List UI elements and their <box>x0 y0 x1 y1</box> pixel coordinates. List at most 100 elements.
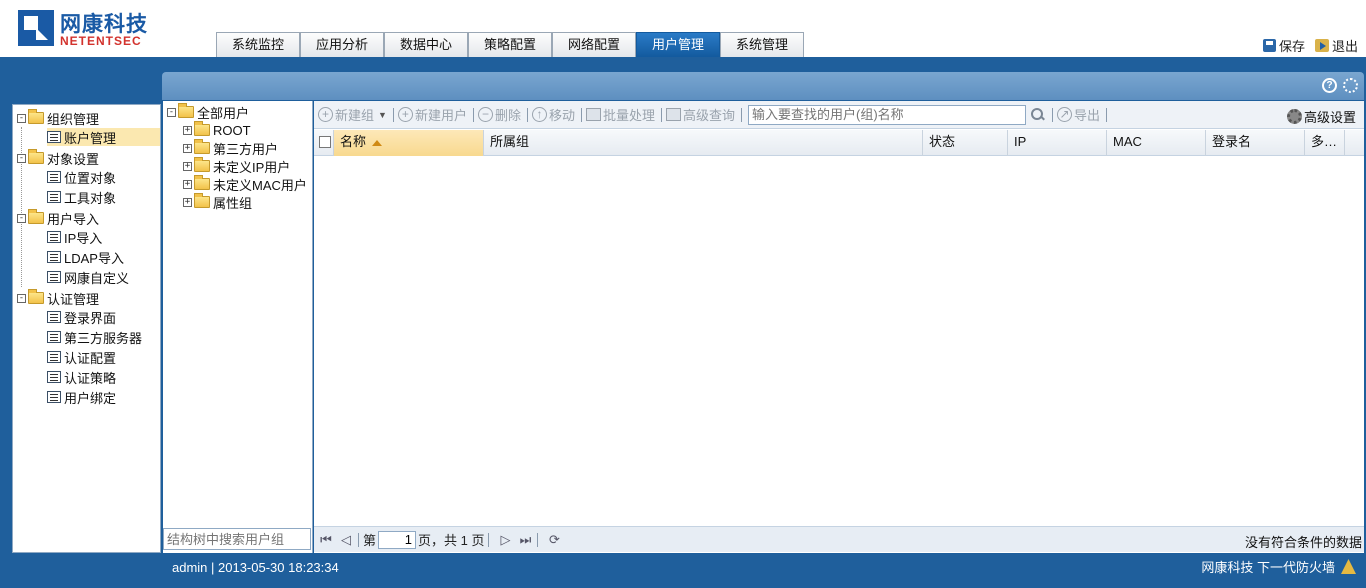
nav-item-location-object[interactable]: 位置对象 <box>47 168 116 186</box>
nav-group-label: 用户导入 <box>47 211 100 227</box>
column-mac[interactable]: MAC <box>1107 130 1206 156</box>
panel-header <box>162 72 1364 100</box>
column-group[interactable]: 所属组 <box>484 130 923 156</box>
tab-user-management[interactable]: 用户管理 <box>636 32 720 57</box>
last-page-icon[interactable]: ⏭ <box>517 532 533 548</box>
collapse-icon[interactable]: - <box>17 113 26 123</box>
first-page-icon[interactable]: ⏮ <box>318 532 334 548</box>
status-product: 网康科技 下一代防火墙 <box>1201 557 1356 576</box>
new-group-button[interactable]: + 新建组 ▼ <box>318 105 387 124</box>
user-search-input[interactable] <box>748 104 1027 125</box>
dropdown-arrow-icon[interactable]: ▼ <box>378 110 387 120</box>
add-icon: + <box>318 107 333 122</box>
nav-item-label: 网康自定义 <box>64 270 130 286</box>
move-icon: ↑ <box>531 107 547 122</box>
nav-item-label: 用户绑定 <box>64 390 117 406</box>
header-actions: 保存 退出 <box>1262 36 1358 55</box>
nav-group-user-import[interactable]: - 用户导入 <box>17 209 99 227</box>
list-icon <box>47 171 61 183</box>
column-more[interactable]: 多… <box>1305 130 1345 156</box>
tab-policy-config[interactable]: 策略配置 <box>468 32 552 57</box>
nav-item-custom[interactable]: 网康自定义 <box>47 268 129 286</box>
folder-icon <box>28 109 44 124</box>
nav-item-account-management[interactable]: 账户管理 <box>47 128 161 146</box>
export-button[interactable]: ↗ 导出 <box>1057 105 1100 124</box>
folder-icon <box>194 193 210 208</box>
tree-root[interactable]: - 全部用户 <box>167 103 249 121</box>
column-name[interactable]: 名称 <box>334 130 484 156</box>
nav-group-auth[interactable]: - 认证管理 <box>17 289 99 307</box>
save-button[interactable]: 保存 <box>1262 36 1305 55</box>
tab-network-config[interactable]: 网络配置 <box>552 32 636 57</box>
nav-item-auth-policy[interactable]: 认证策略 <box>47 368 116 386</box>
list-icon <box>47 251 61 263</box>
delete-button[interactable]: − 删除 <box>477 105 521 124</box>
export-label: 导出 <box>1074 108 1101 123</box>
help-icon[interactable]: ? <box>1322 78 1337 93</box>
save-label: 保存 <box>1278 39 1305 54</box>
logo-mark-icon <box>18 10 54 46</box>
nav-item-auth-config[interactable]: 认证配置 <box>47 348 116 366</box>
move-button[interactable]: ↑ 移动 <box>531 105 575 124</box>
nav-group-org[interactable]: - 组织管理 <box>17 109 99 127</box>
tab-system-management[interactable]: 系统管理 <box>720 32 804 57</box>
list-icon <box>47 191 61 203</box>
advanced-settings-button[interactable]: 高级设置 <box>1286 107 1356 126</box>
nav-item-tool-object[interactable]: 工具对象 <box>47 188 116 206</box>
next-page-icon[interactable]: ▷ <box>497 532 513 548</box>
search-icon[interactable] <box>1030 107 1046 123</box>
expand-icon[interactable]: + <box>183 125 192 135</box>
tab-system-monitor[interactable]: 系统监控 <box>216 32 300 57</box>
column-login-name[interactable]: 登录名 <box>1206 130 1305 156</box>
nav-group-object[interactable]: - 对象设置 <box>17 149 99 167</box>
nav-item-ip-import[interactable]: IP导入 <box>47 228 102 246</box>
tree-node-third-party[interactable]: + 第三方用户 <box>183 139 278 157</box>
select-all-checkbox[interactable] <box>319 136 331 148</box>
tab-app-analysis[interactable]: 应用分析 <box>300 32 384 57</box>
collapse-icon[interactable]: - <box>17 293 26 303</box>
advanced-query-label: 高级查询 <box>683 108 736 123</box>
tab-data-center[interactable]: 数据中心 <box>384 32 468 57</box>
expand-icon[interactable]: + <box>183 197 192 207</box>
tree-search-input[interactable] <box>163 528 311 550</box>
gear-icon[interactable] <box>1343 78 1358 93</box>
expand-icon[interactable]: + <box>183 143 192 153</box>
column-status[interactable]: 状态 <box>923 130 1008 156</box>
tree-node-root[interactable]: + ROOT <box>183 121 251 139</box>
folder-icon <box>28 149 44 164</box>
collapse-icon[interactable]: - <box>17 213 26 223</box>
tree-node-attribute-group[interactable]: + 属性组 <box>183 193 252 211</box>
column-label: 名称 <box>340 134 367 149</box>
nav-item-user-binding[interactable]: 用户绑定 <box>47 388 116 406</box>
expand-icon[interactable]: + <box>183 179 192 189</box>
add-icon: + <box>397 107 413 122</box>
toolbar: + 新建组 ▼ + 新建用户 − 删除 ↑ 移动 批量处理 高级查询 输入要查找… <box>314 101 1364 129</box>
advanced-settings-label: 高级设置 <box>1303 110 1356 125</box>
firewall-icon[interactable] <box>1341 559 1356 574</box>
batch-button[interactable]: 批量处理 <box>585 105 655 124</box>
new-user-button[interactable]: + 新建用户 <box>397 105 467 124</box>
expand-icon[interactable]: + <box>183 161 192 171</box>
folder-icon <box>178 103 194 118</box>
exit-button[interactable]: 退出 <box>1314 36 1358 55</box>
tree-node-undefined-ip[interactable]: + 未定义IP用户 <box>183 157 290 175</box>
page-number-input[interactable] <box>378 530 417 549</box>
nav-item-login-page[interactable]: 登录界面 <box>47 308 116 326</box>
move-label: 移动 <box>548 108 575 123</box>
list-icon <box>47 331 61 343</box>
column-ip[interactable]: IP <box>1008 130 1107 156</box>
nav-item-third-party-server[interactable]: 第三方服务器 <box>47 328 142 346</box>
collapse-icon[interactable]: - <box>167 107 176 117</box>
refresh-icon[interactable]: ⟳ <box>546 532 562 548</box>
tree-node-undefined-mac[interactable]: + 未定义MAC用户 <box>183 175 307 193</box>
new-group-label: 新建组 <box>335 108 375 123</box>
advanced-query-button[interactable]: 高级查询 <box>666 105 735 124</box>
product-label: 网康科技 下一代防火墙 <box>1201 560 1335 575</box>
list-icon <box>47 311 61 323</box>
prev-page-icon[interactable]: ◁ <box>338 532 354 548</box>
nav-item-ldap-import[interactable]: LDAP导入 <box>47 248 124 266</box>
collapse-icon[interactable]: - <box>17 153 26 163</box>
list-icon <box>47 371 61 383</box>
logo: 网康科技 NETENTSEC <box>18 10 153 50</box>
new-user-label: 新建用户 <box>414 108 467 123</box>
